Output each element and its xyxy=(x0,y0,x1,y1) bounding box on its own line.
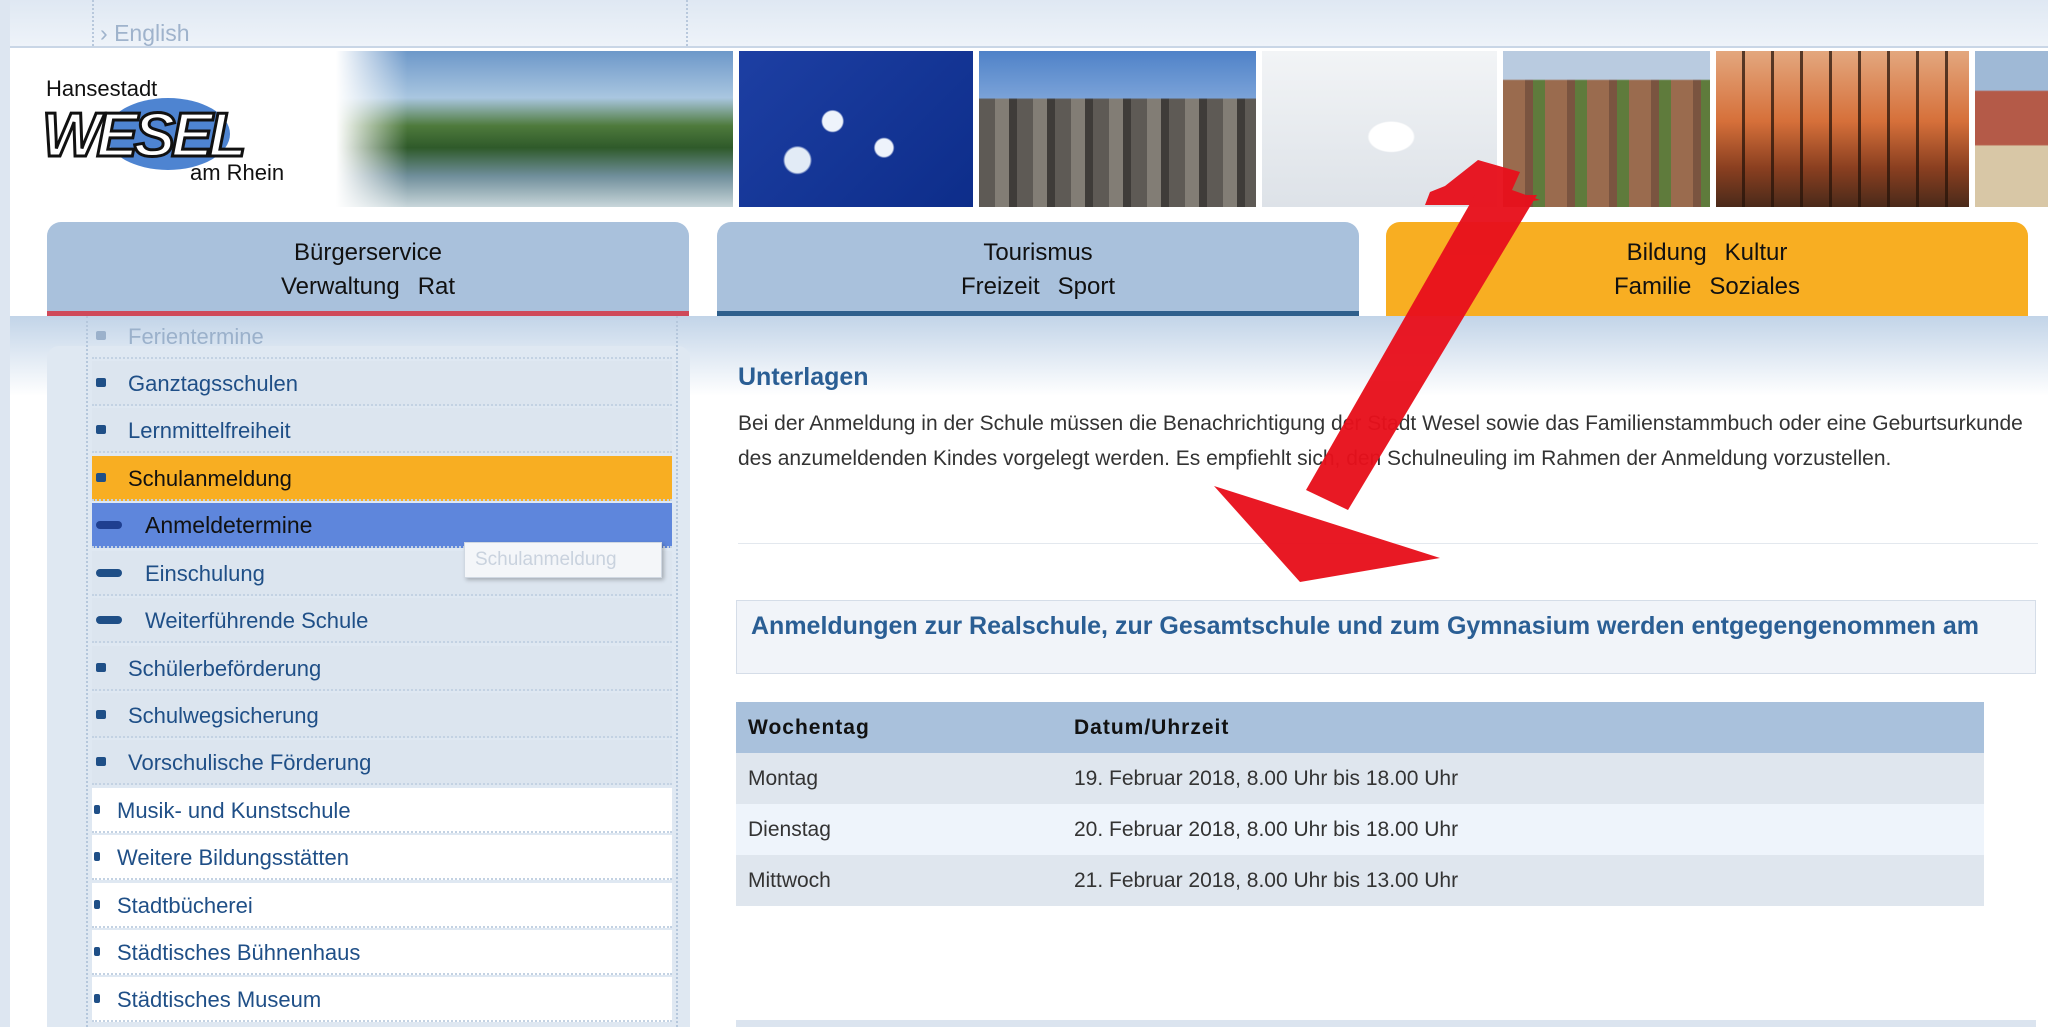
bullet-icon xyxy=(94,805,100,814)
sidebar-item-label: Lernmittelfreiheit xyxy=(128,418,291,443)
photo-snowman xyxy=(1262,51,1497,207)
bullet-icon xyxy=(96,616,122,624)
info-heading-box: Anmeldungen zur Realschule, zur Gesamtsc… xyxy=(736,600,2036,674)
sidebar-item-staedtisches-museum[interactable]: Städtisches Museum xyxy=(92,977,672,1022)
bullet-icon xyxy=(94,994,100,1003)
sidebar-item-musik-und-kunstschule[interactable]: Musik- und Kunstschule xyxy=(92,788,672,833)
sidebar-item-weiterfuehrende-schule[interactable]: Weiterführende Schule xyxy=(92,598,672,643)
language-link-label: English xyxy=(114,20,190,46)
table-cell-day: Montag xyxy=(748,767,819,790)
sidebar-item-label: Ferientermine xyxy=(128,324,264,349)
tab-link-sport[interactable]: Sport xyxy=(1058,273,1115,300)
bullet-icon xyxy=(94,900,100,909)
tab-link-kultur[interactable]: Kultur xyxy=(1725,239,1788,266)
sidebar-item-label: Schulwegsicherung xyxy=(128,703,319,728)
tab-tourismus-line1: Tourismus xyxy=(717,236,1359,270)
table-row: Dienstag 20. Februar 2018, 8.00 Uhr bis … xyxy=(736,804,1984,855)
sidebar-item-label: Städtisches Bühnenhaus xyxy=(117,940,361,965)
tab-buergerservice[interactable]: Bürgerservice Verwaltung Rat xyxy=(47,222,689,316)
table-cell-day: Dienstag xyxy=(748,818,831,841)
sidebar-item-label: Weitere Bildungsstätten xyxy=(117,845,349,870)
tab-bildung-line2: Familie Soziales xyxy=(1386,270,2028,304)
bullet-icon xyxy=(96,710,106,719)
tab-bildung-line1: Bildung Kultur xyxy=(1386,236,2028,270)
section-title: Unterlagen xyxy=(738,363,869,391)
tab-link-rat[interactable]: Rat xyxy=(418,273,455,300)
sidebar-item-schuelerbefoerderung[interactable]: Schülerbeförderung xyxy=(92,646,672,691)
tab-bildung[interactable]: Bildung Kultur Familie Soziales xyxy=(1386,222,2028,316)
sidebar-item-label: Vorschulische Förderung xyxy=(128,750,372,775)
sidebar-item-label: Städtisches Museum xyxy=(117,987,322,1012)
tab-link-verwaltung[interactable]: Verwaltung xyxy=(281,273,400,300)
photo-city-hall xyxy=(1503,51,1710,207)
bullet-icon xyxy=(96,473,106,482)
sidebar-item-weitere-bildungsstaetten[interactable]: Weitere Bildungsstätten xyxy=(92,835,672,880)
sidebar-item-ganztagsschulen[interactable]: Ganztagsschulen xyxy=(92,361,672,406)
tab-link-soziales[interactable]: Soziales xyxy=(1709,273,1800,300)
bullet-icon xyxy=(96,663,106,672)
table-row: Montag 19. Februar 2018, 8.00 Uhr bis 18… xyxy=(736,753,1984,804)
sidebar-item-lernmittelfreiheit[interactable]: Lernmittelfreiheit xyxy=(92,408,672,453)
bullet-icon xyxy=(96,569,122,577)
column-header-wochentag: Wochentag xyxy=(748,716,870,739)
section-text: Bei der Anmeldung in der Schule müssen d… xyxy=(738,412,2023,470)
sidebar-item-label: Schulanmeldung xyxy=(128,466,292,491)
photo-old-building xyxy=(1975,51,2048,207)
tab-tourismus[interactable]: Tourismus Freizeit Sport xyxy=(717,222,1359,316)
tab-buergerservice-line1: Bürgerservice xyxy=(47,236,689,270)
registration-dates-table: Wochentag Datum/Uhrzeit Montag 19. Febru… xyxy=(736,702,1984,906)
info-heading: Anmeldungen zur Realschule, zur Gesamtsc… xyxy=(751,612,1980,640)
divider xyxy=(738,543,2038,544)
logo-am-rhein: am Rhein xyxy=(190,160,285,185)
sidebar-item-label: Ganztagsschulen xyxy=(128,371,298,396)
sidebar-item-label: Einschulung xyxy=(145,561,265,586)
table-cell-datetime: 21. Februar 2018, 8.00 Uhr bis 13.00 Uhr xyxy=(1074,869,1459,892)
tab-link-tourismus[interactable]: Tourismus xyxy=(983,239,1092,266)
bullet-icon xyxy=(96,378,106,387)
bullet-icon xyxy=(94,947,100,956)
photo-frost-branch xyxy=(739,51,973,207)
sidebar-item-schulwegsicherung[interactable]: Schulwegsicherung xyxy=(92,693,672,738)
tab-buergerservice-line2: Verwaltung Rat xyxy=(47,270,689,304)
photo-lake xyxy=(336,51,733,207)
sidebar-item-vorschulische-foerderung[interactable]: Vorschulische Förderung xyxy=(92,740,672,785)
tab-link-bildung[interactable]: Bildung xyxy=(1627,239,1707,266)
tab-link-familie[interactable]: Familie xyxy=(1614,273,1691,300)
top-strip: › English xyxy=(10,0,2048,48)
sidebar-item-staedtisches-buehnenhaus[interactable]: Städtisches Bühnenhaus xyxy=(92,930,672,975)
sidebar-item-stadtbuecherei[interactable]: Stadtbücherei xyxy=(92,883,672,928)
tab-link-buergerservice[interactable]: Bürgerservice xyxy=(294,239,442,266)
drag-tooltip-ghost: Schulanmeldung xyxy=(464,542,662,578)
bullet-icon xyxy=(96,757,106,766)
page-left-edge xyxy=(0,0,10,1027)
content-bottom-bar xyxy=(736,1020,2036,1027)
sidebar-item-label: Anmeldetermine xyxy=(145,512,313,538)
table-row: Mittwoch 21. Februar 2018, 8.00 Uhr bis … xyxy=(736,855,1984,906)
table-cell-datetime: 20. Februar 2018, 8.00 Uhr bis 18.00 Uhr xyxy=(1074,818,1459,841)
sidebar-item-label: Stadtbücherei xyxy=(117,893,253,918)
table-header-row: Wochentag Datum/Uhrzeit xyxy=(736,702,1984,753)
tab-tourismus-line2: Freizeit Sport xyxy=(717,270,1359,304)
bullet-icon xyxy=(96,425,106,434)
sidebar-item-label: Weiterführende Schule xyxy=(145,608,369,633)
bullet-icon xyxy=(94,852,100,861)
sidebar-item-schulanmeldung[interactable]: Schulanmeldung xyxy=(92,456,672,501)
table-cell-datetime: 19. Februar 2018, 8.00 Uhr bis 18.00 Uhr xyxy=(1074,767,1459,790)
bullet-icon xyxy=(96,331,106,340)
photo-autumn-trees xyxy=(1716,51,1969,207)
table-cell-day: Mittwoch xyxy=(748,869,831,892)
tab-link-freizeit[interactable]: Freizeit xyxy=(961,273,1040,300)
sidebar-item-ferientermine[interactable]: Ferientermine xyxy=(92,314,672,359)
bullet-icon xyxy=(96,521,122,529)
photo-church-window xyxy=(979,51,1256,207)
sidebar-item-label: Schülerbeförderung xyxy=(128,656,322,681)
city-logo[interactable]: Hansestadt WESEL am Rhein xyxy=(40,72,290,192)
column-header-datum: Datum/Uhrzeit xyxy=(1074,716,1230,739)
language-link[interactable]: › English xyxy=(100,20,190,47)
header-photo-strip xyxy=(336,51,2048,207)
sidebar-item-label: Musik- und Kunstschule xyxy=(117,798,351,823)
